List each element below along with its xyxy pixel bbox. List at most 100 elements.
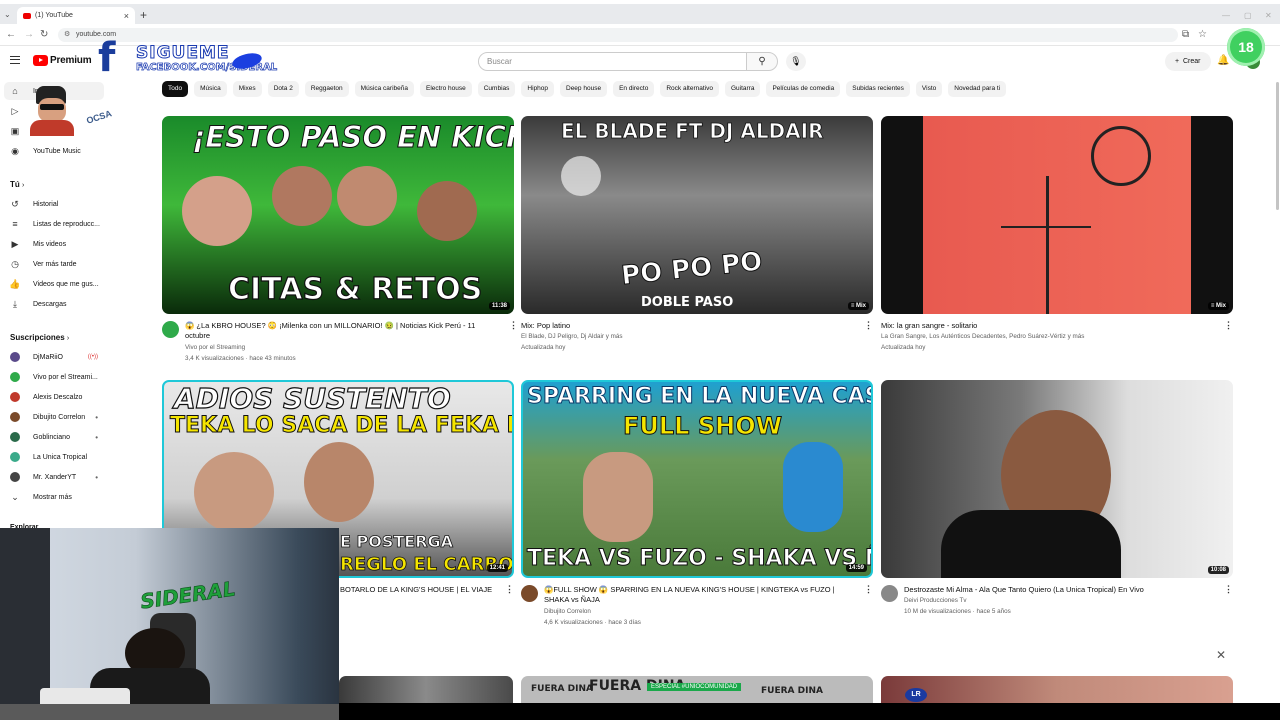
new-content-dot-icon: • — [95, 432, 98, 442]
chip-hiphop[interactable]: Hiphop — [521, 81, 554, 97]
subscription-item[interactable]: Mr. XanderYT • — [10, 468, 150, 486]
voice-search-icon[interactable]: 🎙 — [786, 52, 806, 71]
video-title[interactable]: Mix: Pop latino — [521, 321, 851, 331]
more-options-icon[interactable]: ⋮ — [1224, 584, 1233, 595]
home-icon: ⌂ — [12, 86, 18, 96]
subscription-item[interactable]: DjMaRiiO ((•)) — [10, 348, 150, 366]
video-thumbnail[interactable]: ¡ESTO PASO EN KICK! CITAS & RETOS 11:38 — [162, 116, 514, 314]
thumb-figure — [583, 452, 653, 542]
sidebar-item-watch-later[interactable]: ◷ Ver más tarde — [10, 255, 150, 273]
chip-en-directo[interactable]: En directo — [613, 81, 655, 97]
sidebar-item-youtube-music[interactable]: ◉ YouTube Music — [10, 142, 150, 160]
video-card[interactable]: ≡ Mix Mix: la gran sangre - solitario La… — [881, 116, 1233, 356]
channel-name[interactable]: Deivi Producciones Tv — [904, 596, 967, 605]
subscription-item[interactable]: Goblinciano • — [10, 428, 150, 446]
video-card[interactable]: ¡ESTO PASO EN KICK! CITAS & RETOS 11:38 … — [162, 116, 518, 366]
channel-name[interactable]: La Gran Sangre, Los Auténticos Decadente… — [881, 332, 1084, 341]
chip-deep-house[interactable]: Deep house — [560, 81, 608, 97]
subscription-item[interactable]: Dibujito Correlon • — [10, 408, 150, 426]
subscriptions-header-text: Suscripciones — [10, 333, 65, 342]
channel-avatar[interactable] — [881, 585, 898, 602]
chip-guitarra[interactable]: Guitarra — [724, 81, 761, 97]
more-options-icon[interactable]: ⋮ — [505, 584, 514, 595]
video-title[interactable]: BOTARLO DE LA KING'S HOUSE | EL VIAJE — [340, 585, 500, 595]
back-icon[interactable]: ← — [6, 29, 16, 40]
sidebar-item-liked-videos[interactable]: 👍 Videos que me gus... — [9, 275, 150, 293]
channel-name[interactable]: El Blade, DJ Peligro, Dj Aldair y más — [521, 332, 623, 341]
close-tab-icon[interactable]: × — [124, 11, 129, 21]
video-thumbnail[interactable]: SPARRING EN LA NUEVA CASA FULL SHOW TEKA… — [521, 380, 873, 578]
video-thumbnail[interactable] — [339, 676, 513, 704]
new-tab-icon[interactable]: + — [140, 8, 147, 22]
youtube-logo[interactable]: Premium — [33, 55, 92, 66]
subscription-item[interactable]: La Unica Tropical — [10, 448, 150, 466]
video-title[interactable]: Destrozaste Mi Alma - Ala Que Tanto Quie… — [904, 585, 1214, 595]
you-header-text: Tú — [10, 180, 20, 189]
chip-mixes[interactable]: Mixes — [232, 81, 262, 97]
chip-visto[interactable]: Visto — [915, 81, 943, 97]
chip-peliculas-comedia[interactable]: Películas de comedia — [766, 81, 841, 97]
tab-search-icon[interactable]: ⌄ — [4, 10, 11, 19]
video-thumbnail[interactable]: EL BLADE FT DJ ALDAIR PO PO PO DOBLE PAS… — [521, 116, 873, 314]
channel-avatar[interactable] — [162, 321, 179, 338]
subscription-item[interactable]: Vivo por el Streami... — [10, 368, 150, 386]
browser-tabstrip: ⌄ (1) YouTube × + — ▢ ✕ — [0, 4, 1280, 24]
site-info-icon[interactable]: ⚙ — [64, 28, 70, 42]
chip-novedad[interactable]: Novedad para ti — [948, 81, 1007, 97]
maximize-icon[interactable]: ▢ — [1244, 11, 1252, 20]
sidebar-item-playlists[interactable]: ≡ Listas de reproducc... — [10, 215, 150, 233]
video-thumbnail[interactable]: ≡ Mix — [881, 116, 1233, 314]
show-more-button[interactable]: ⌄ Mostrar más — [10, 488, 150, 506]
channel-name[interactable]: Vivo por el Streaming — [185, 343, 245, 352]
chip-musica-caribena[interactable]: Música caribeña — [354, 81, 414, 97]
window-close-icon[interactable]: ✕ — [1265, 11, 1272, 20]
video-title[interactable]: Mix: la gran sangre - solitario — [881, 321, 1211, 331]
video-card[interactable]: 10:08 Destrozaste Mi Alma - Ala Que Tant… — [881, 380, 1233, 620]
chip-reggaeton[interactable]: Reggaeton — [304, 81, 349, 97]
sidebar-item-my-videos[interactable]: ▶ Mis videos — [10, 235, 150, 253]
channel-avatar[interactable] — [521, 585, 538, 602]
subscriptions-section-header[interactable]: Suscripciones › — [10, 333, 69, 342]
webcam-overlay: SIDERAL — [0, 528, 339, 720]
more-options-icon[interactable]: ⋮ — [864, 320, 873, 331]
search-input[interactable]: Buscar — [478, 52, 747, 71]
search-button[interactable]: ⚲ — [746, 52, 778, 71]
page-scrollbar[interactable] — [1276, 82, 1279, 210]
duration-badge: 11:38 — [488, 302, 510, 310]
sidebar-item-history[interactable]: ↺ Historial — [10, 195, 150, 213]
browser-tab[interactable]: (1) YouTube × — [17, 7, 135, 24]
more-options-icon[interactable]: ⋮ — [864, 584, 873, 595]
video-thumbnail[interactable]: LR — [881, 676, 1233, 704]
chip-rock-alternativo[interactable]: Rock alternativo — [660, 81, 719, 97]
menu-icon[interactable] — [10, 56, 20, 64]
video-card[interactable]: SPARRING EN LA NUEVA CASA FULL SHOW TEKA… — [521, 380, 873, 630]
more-options-icon[interactable]: ⋮ — [1224, 320, 1233, 331]
sidebar-item-downloads[interactable]: ⤓ Descargas — [10, 295, 150, 313]
video-title[interactable]: 😱FULL SHOW 😱 SPARRING EN LA NUEVA KING'S… — [544, 585, 854, 605]
duration-badge: 10:08 — [1207, 566, 1229, 574]
channel-avatar — [10, 372, 20, 382]
chip-electro-house[interactable]: Electro house — [419, 81, 472, 97]
chip-cumbias[interactable]: Cumbias — [477, 81, 516, 97]
video-title[interactable]: 😱 ¿La KBRO HOUSE? 😳 ¡Milenka con un MILL… — [185, 321, 495, 341]
create-button[interactable]: + Crear — [1165, 52, 1211, 71]
video-card[interactable]: EL BLADE FT DJ ALDAIR PO PO PO DOBLE PAS… — [521, 116, 873, 356]
video-thumbnail[interactable]: 10:08 — [881, 380, 1233, 578]
close-icon[interactable]: ✕ — [1216, 648, 1226, 662]
chip-dota2[interactable]: Dota 2 — [267, 81, 299, 97]
you-section-header[interactable]: Tú › — [10, 180, 24, 189]
chip-subidas-recientes[interactable]: Subidas recientes — [846, 81, 910, 97]
install-app-icon[interactable]: ⧉ — [1182, 29, 1189, 40]
notifications-icon[interactable]: 🔔 — [1217, 55, 1229, 66]
reload-icon[interactable]: ↻ — [40, 29, 48, 40]
more-options-icon[interactable]: ⋮ — [509, 320, 518, 331]
thumb-caption: FUERA DINA — [531, 684, 593, 694]
video-thumbnail[interactable]: FUERA DINA FUERA DINA ESPECIAL #UNIOCOMU… — [521, 676, 873, 704]
minimize-icon[interactable]: — — [1222, 11, 1230, 20]
channel-name[interactable]: Dibujito Correlon — [544, 607, 591, 616]
subscription-item[interactable]: Alexis Descalzo — [10, 388, 150, 406]
bookmark-star-icon[interactable]: ☆ — [1198, 29, 1207, 40]
chip-musica[interactable]: Música — [194, 81, 227, 97]
chip-todo[interactable]: Todo — [162, 81, 189, 97]
forward-icon[interactable]: → — [24, 29, 34, 40]
